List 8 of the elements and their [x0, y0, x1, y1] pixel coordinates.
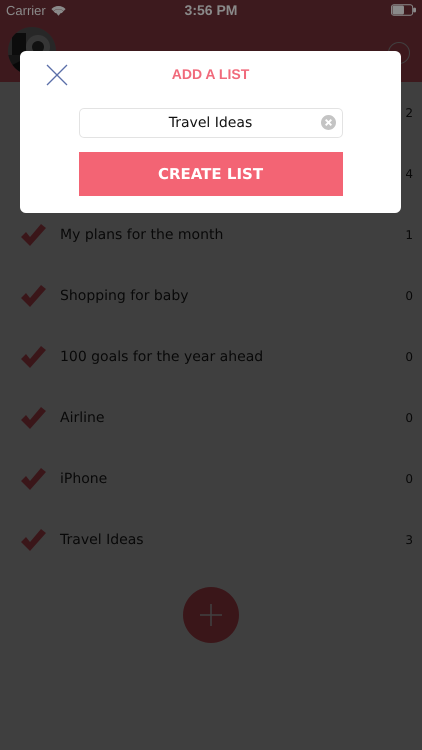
- dialog-title: ADD A LIST: [172, 66, 250, 82]
- battery-icon: [391, 4, 416, 16]
- close-icon[interactable]: [46, 64, 68, 86]
- status-time: 3:56 PM: [184, 2, 238, 18]
- wifi-icon: [50, 4, 66, 16]
- create-list-button[interactable]: CREATE LIST: [78, 152, 342, 196]
- input-field[interactable]: Travel Ideas: [78, 108, 342, 138]
- carrier-label: Carrier: [6, 2, 46, 18]
